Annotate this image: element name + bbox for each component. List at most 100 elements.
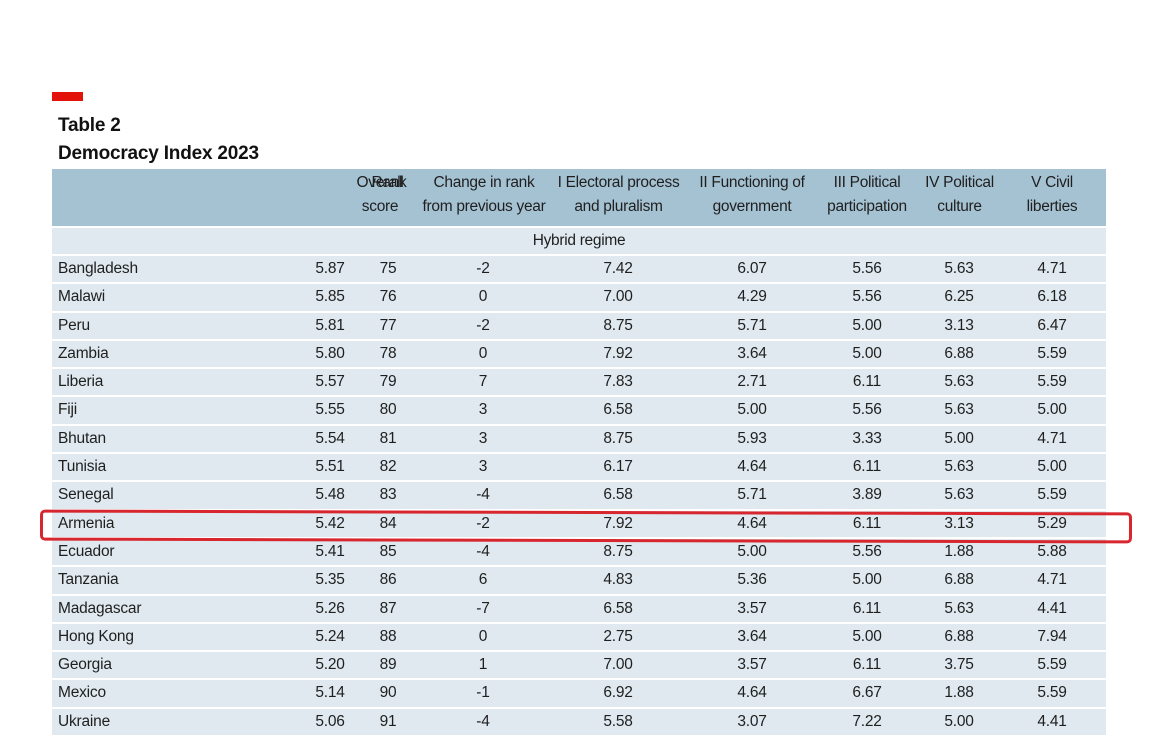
cell-political-culture: 5.63: [944, 458, 974, 476]
table-row: Georgia 5.20 89 1 7.00 3.57 6.11 3.75 5.59: [52, 652, 1106, 681]
cell-civil-liberties: 5.59: [1037, 344, 1067, 362]
cell-rank: 90: [379, 684, 397, 702]
cell-country: Peru: [58, 316, 90, 334]
cell-overall-score: 5.51: [315, 458, 345, 476]
cell-change-in-rank: 0: [478, 288, 488, 306]
table-row: Liberia 5.57 79 7 7.83 2.71 6.11 5.63 5.59: [52, 369, 1106, 398]
cell-electoral-process: 6.58: [603, 401, 633, 419]
cell-change-in-rank: 0: [478, 344, 488, 362]
cell-rank: 87: [379, 599, 397, 617]
cell-civil-liberties: 4.71: [1037, 260, 1067, 277]
cell-overall-score: 5.85: [315, 288, 345, 306]
cell-political-participation: 5.56: [852, 401, 882, 419]
cell-political-culture: 6.88: [944, 627, 974, 645]
cell-civil-liberties: 5.59: [1037, 656, 1067, 674]
cell-change-in-rank: -1: [476, 684, 490, 702]
cell-political-participation: 7.22: [852, 712, 882, 730]
cell-civil-liberties: 5.59: [1037, 684, 1067, 702]
cell-political-culture: 5.63: [944, 599, 974, 617]
cell-overall-score: 5.41: [315, 542, 345, 560]
cell-civil-liberties: 4.71: [1037, 571, 1067, 589]
cell-rank: 91: [379, 712, 397, 730]
cell-country: Bangladesh: [58, 260, 138, 277]
cell-overall-score: 5.20: [315, 656, 345, 674]
cell-political-participation: 3.33: [852, 429, 882, 447]
cell-functioning-of-government: 3.57: [737, 599, 767, 617]
cell-country: Malawi: [58, 288, 106, 306]
cell-overall-score: 5.87: [315, 260, 345, 277]
cell-overall-score: 5.48: [315, 486, 345, 504]
table-row: Peru 5.81 77 -2 8.75 5.71 5.00 3.13 6.47: [52, 312, 1106, 341]
cell-change-in-rank: -2: [476, 260, 490, 277]
cell-functioning-of-government: 2.71: [737, 373, 767, 391]
table-row: Ecuador 5.41 85 -4 8.75 5.00 5.56 1.88 5.88: [52, 538, 1106, 568]
col-header-political-participation: III Political participation: [827, 174, 907, 215]
table-row: Ukraine 5.06 91 -4 5.58 3.07 7.22 5.00 4.41: [52, 708, 1106, 737]
cell-functioning-of-government: 5.36: [737, 571, 767, 589]
cell-political-participation: 5.00: [852, 627, 882, 645]
table-row: Bhutan 5.54 81 3 8.75 5.93 3.33 5.00 4.71: [52, 425, 1106, 455]
table-row: Zambia 5.80 78 0 7.92 3.64 5.00 6.88 5.59: [52, 340, 1106, 370]
cell-political-culture: 3.75: [944, 656, 974, 674]
cell-rank: 89: [379, 656, 397, 674]
col-header-change-in-rank: Change in rank from previous year: [422, 174, 546, 215]
cell-functioning-of-government: 4.64: [737, 684, 767, 702]
cell-electoral-process: 6.92: [603, 684, 633, 702]
cell-political-culture: 5.00: [944, 712, 974, 730]
cell-political-participation: 5.56: [852, 542, 882, 560]
cell-overall-score: 5.80: [315, 344, 345, 362]
cell-rank: 80: [379, 401, 397, 419]
cell-change-in-rank: -7: [476, 599, 490, 617]
cell-rank: 75: [379, 260, 397, 277]
table-body: Bangladesh 5.87 75 -2 7.42 6.07 5.56 5.63 4.71 Ma…: [52, 256, 1106, 737]
cell-functioning-of-government: 5.93: [737, 429, 767, 447]
cell-rank: 78: [379, 344, 397, 362]
cell-electoral-process: 7.92: [603, 344, 633, 362]
democracy-index-table: Overall score Rank Change in rank from p…: [52, 169, 1106, 737]
cell-change-in-rank: 3: [478, 401, 488, 419]
table-label: Table 2: [58, 115, 121, 136]
cell-electoral-process: 7.00: [603, 288, 633, 306]
cell-political-culture: 6.25: [944, 288, 974, 306]
cell-rank: 83: [379, 486, 397, 504]
cell-political-culture: 5.63: [944, 260, 974, 277]
cell-functioning-of-government: 3.64: [737, 344, 767, 362]
group-label: Hybrid regime: [532, 232, 626, 249]
col-header-political-culture: IV Political culture: [925, 174, 994, 215]
cell-political-participation: 6.67: [852, 684, 882, 702]
cell-country: Madagascar: [58, 599, 142, 617]
cell-political-culture: 1.88: [944, 684, 974, 702]
cell-overall-score: 5.55: [315, 401, 345, 419]
cell-rank: 86: [379, 571, 397, 589]
cell-electoral-process: 2.75: [603, 627, 633, 645]
cell-political-participation: 5.56: [852, 288, 882, 306]
cell-political-participation: 6.11: [852, 373, 882, 391]
cell-overall-score: 5.35: [315, 571, 345, 589]
cell-rank: 82: [379, 458, 397, 476]
cell-electoral-process: 6.58: [603, 486, 633, 504]
cell-overall-score: 5.24: [315, 627, 345, 645]
cell-change-in-rank: 3: [478, 429, 488, 447]
cell-functioning-of-government: 6.07: [737, 260, 767, 277]
cell-change-in-rank: -2: [476, 316, 490, 334]
cell-electoral-process: 7.83: [603, 373, 633, 391]
cell-country: Mexico: [58, 684, 106, 702]
cell-political-participation: 6.11: [852, 458, 882, 476]
cell-change-in-rank: -4: [476, 712, 490, 730]
cell-change-in-rank: 0: [478, 627, 488, 645]
cell-civil-liberties: 5.00: [1037, 401, 1067, 419]
cell-overall-score: 5.06: [315, 712, 345, 730]
table-row: Hong Kong 5.24 88 0 2.75 3.64 5.00 6.88 7.94: [52, 623, 1106, 653]
table-row: Tanzania 5.35 86 6 4.83 5.36 5.00 6.88 4.71: [52, 567, 1106, 596]
cell-civil-liberties: 5.88: [1037, 542, 1067, 560]
cell-country: Hong Kong: [58, 627, 134, 645]
cell-overall-score: 5.81: [315, 316, 345, 334]
cell-political-participation: 6.11: [852, 599, 882, 617]
cell-civil-liberties: 4.41: [1037, 599, 1067, 617]
cell-functioning-of-government: 3.07: [737, 712, 767, 730]
cell-country: Liberia: [58, 373, 104, 391]
cell-country: Fiji: [58, 401, 77, 419]
col-header-civil-liberties: V Civil liberties: [1026, 174, 1078, 215]
cell-civil-liberties: 4.41: [1037, 712, 1067, 730]
cell-rank: 79: [379, 373, 397, 391]
